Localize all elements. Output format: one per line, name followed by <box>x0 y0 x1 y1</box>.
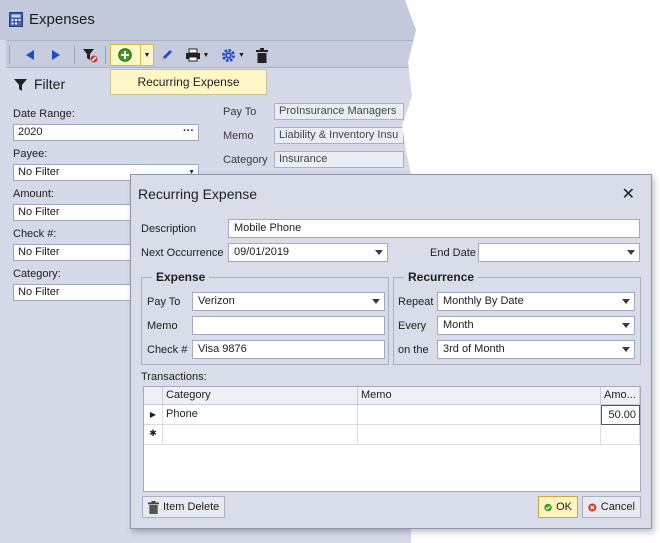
arrow-left-icon <box>26 50 34 60</box>
new-row-icon: ✱ <box>144 425 163 445</box>
filter-title: Filter <box>34 76 66 92</box>
pencil-icon <box>162 50 172 60</box>
item-delete-button[interactable]: Item Delete <box>142 496 226 518</box>
column-header-amount[interactable]: Amo... <box>601 387 640 405</box>
expense-group: Expense Pay To Verizon Memo Check # Visa… <box>141 270 389 365</box>
printer-icon <box>185 48 200 62</box>
date-range-field[interactable]: 2020 ··· <box>13 124 199 141</box>
toolbar-separator <box>74 46 75 64</box>
detail-category-label: Category <box>223 154 268 166</box>
amount-label: Amount: <box>13 188 54 200</box>
main-toolbar: ▼ ▼ ▼ <box>6 40 416 68</box>
filter-clear-icon <box>83 49 98 63</box>
recurring-expense-dialog: Recurring Expense ✕ Description Mobile P… <box>130 174 652 529</box>
close-icon[interactable]: ✕ <box>622 184 635 204</box>
toolbar-separator <box>9 46 10 64</box>
table-row-amount-cell[interactable]: 50.00 <box>601 405 640 425</box>
cancel-icon <box>588 502 597 512</box>
expense-group-title: Expense <box>152 270 210 284</box>
chevron-down-icon <box>372 299 380 304</box>
previous-button[interactable] <box>20 44 40 66</box>
recurrence-group-title: Recurrence <box>404 270 479 284</box>
cancel-button[interactable]: Cancel <box>582 496 641 518</box>
gear-icon <box>222 48 236 62</box>
next-button[interactable] <box>46 44 66 66</box>
payee-label: Payee: <box>13 148 48 160</box>
description-input[interactable]: Mobile Phone <box>228 219 640 238</box>
app-calculator-icon <box>9 12 23 27</box>
end-date-picker[interactable] <box>478 243 640 262</box>
print-button[interactable]: ▼ <box>182 44 212 66</box>
window-title: Expenses <box>29 11 95 28</box>
check-label: Check #: <box>13 228 57 240</box>
add-expense-button[interactable]: ▼ <box>110 44 154 66</box>
chevron-down-icon <box>622 347 630 352</box>
table-row-memo-cell[interactable] <box>358 405 601 425</box>
detail-memo-field[interactable]: Liability & Inventory Insu <box>274 127 404 144</box>
dialog-titlebar: Recurring Expense ✕ <box>131 175 651 211</box>
new-row-amount-cell[interactable] <box>601 425 640 445</box>
delete-button[interactable] <box>253 44 271 66</box>
check-number-input[interactable]: Visa 9876 <box>192 340 385 359</box>
memo-input[interactable] <box>192 316 385 335</box>
trash-icon <box>256 47 268 63</box>
trash-icon <box>148 500 159 514</box>
detail-category-field[interactable]: Insurance <box>274 151 404 168</box>
repeat-select[interactable]: Monthly By Date <box>437 292 635 311</box>
add-icon <box>118 48 132 62</box>
detail-memo-label: Memo <box>223 130 254 142</box>
payto-select[interactable]: Verizon <box>192 292 385 311</box>
new-row-memo-cell[interactable] <box>358 425 601 445</box>
column-header-memo[interactable]: Memo <box>358 387 601 405</box>
main-titlebar: Expenses <box>0 0 416 40</box>
grid-corner-cell <box>144 387 163 405</box>
new-row-category-cell[interactable] <box>163 425 358 445</box>
detail-payto-field[interactable]: ProInsurance Managers <box>274 103 404 120</box>
on-the-select[interactable]: 3rd of Month <box>437 340 635 359</box>
chevron-down-icon: ▼ <box>143 51 151 59</box>
chevron-down-icon <box>622 299 630 304</box>
payto-label: Pay To <box>147 296 181 308</box>
add-dropdown-button[interactable]: ▼ <box>140 45 153 65</box>
arrow-right-icon <box>52 50 60 60</box>
next-occurrence-picker[interactable]: 09/01/2019 <box>228 243 388 262</box>
checkmark-icon <box>544 503 552 511</box>
chevron-down-icon <box>627 250 635 255</box>
chevron-down-icon <box>375 250 383 255</box>
check-number-label: Check # <box>147 344 188 356</box>
transactions-grid[interactable]: Category Memo Amo... ▶ Phone 50.00 ✱ <box>143 386 641 492</box>
detail-payto-label: Pay To <box>223 106 257 118</box>
chevron-down-icon: ▼ <box>202 51 210 59</box>
filter-header[interactable]: Filter <box>14 76 65 92</box>
toolbar-separator <box>105 46 106 64</box>
table-row-category-cell[interactable]: Phone <box>163 405 358 425</box>
memo-label: Memo <box>147 320 178 332</box>
chevron-down-icon: ▼ <box>238 51 245 59</box>
clear-filter-button[interactable] <box>80 44 100 66</box>
dialog-title: Recurring Expense <box>138 186 258 202</box>
ok-button[interactable]: OK <box>538 496 578 518</box>
every-label: Every <box>398 320 427 332</box>
on-the-label: on the <box>398 344 429 356</box>
column-header-category[interactable]: Category <box>163 387 358 405</box>
date-range-label: Date Range: <box>13 108 75 120</box>
repeat-label: Repeat <box>398 296 434 308</box>
funnel-icon <box>14 78 27 91</box>
next-occurrence-label: Next Occurrence <box>141 247 224 259</box>
recurrence-group: Recurrence Repeat Monthly By Date Every … <box>393 270 641 365</box>
end-date-label: End Date <box>430 247 476 259</box>
settings-button[interactable]: ▼ <box>218 44 248 66</box>
edit-button[interactable] <box>156 44 178 66</box>
recurring-expense-tooltip[interactable]: Recurring Expense <box>110 69 267 95</box>
transactions-label: Transactions: <box>141 371 207 383</box>
chevron-down-icon <box>622 323 630 328</box>
category-label: Category: <box>13 268 61 280</box>
ellipsis-icon[interactable]: ··· <box>183 125 194 137</box>
description-label: Description <box>141 223 197 235</box>
row-indicator-icon: ▶ <box>144 405 163 425</box>
every-select[interactable]: Month <box>437 316 635 335</box>
